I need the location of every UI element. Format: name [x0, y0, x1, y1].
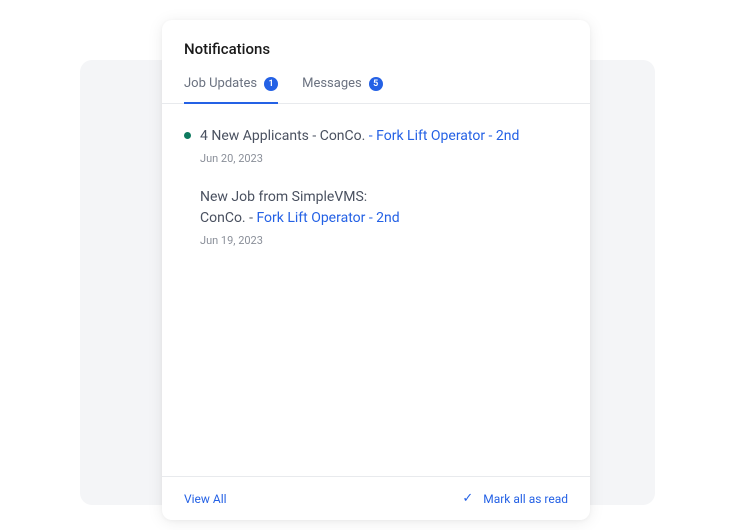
tab-job-updates[interactable]: Job Updates 1 [184, 76, 278, 103]
check-icon: ✓ [462, 491, 473, 506]
card-header: Notifications Job Updates 1 Messages 5 [162, 20, 590, 104]
view-all-link[interactable]: View All [184, 492, 227, 506]
notification-item[interactable]: New Job from SimpleVMS: ConCo. - Fork Li… [184, 187, 568, 247]
tab-badge: 5 [369, 77, 383, 91]
tab-badge: 1 [264, 77, 278, 91]
mark-read-label: Mark all as read [483, 492, 568, 506]
card-footer: View All ✓ Mark all as read [162, 476, 590, 520]
notification-link[interactable]: Fork Lift Operator - 2nd [256, 210, 399, 226]
notification-date: Jun 19, 2023 [200, 234, 568, 247]
unread-dot-icon [184, 132, 191, 139]
notification-item[interactable]: 4 New Applicants - ConCo. - Fork Lift Op… [184, 126, 568, 165]
notification-sep: - [365, 128, 376, 144]
tabs: Job Updates 1 Messages 5 [162, 76, 590, 104]
tab-messages[interactable]: Messages 5 [302, 76, 383, 103]
card-title: Notifications [184, 40, 568, 58]
mark-all-read-button[interactable]: ✓ Mark all as read [462, 491, 568, 506]
notification-date: Jun 20, 2023 [200, 152, 568, 165]
notification-line2-prefix: ConCo. - [200, 210, 256, 226]
notification-text: ConCo. - Fork Lift Operator - 2nd [200, 208, 568, 228]
notifications-card: Notifications Job Updates 1 Messages 5 4… [162, 20, 590, 520]
notification-text: 4 New Applicants - ConCo. - Fork Lift Op… [200, 126, 568, 146]
notification-prefix: 4 New Applicants - ConCo. [200, 128, 365, 144]
notification-link[interactable]: Fork Lift Operator - 2nd [376, 128, 519, 144]
tab-label: Messages [302, 76, 362, 91]
notification-prefix: New Job from SimpleVMS: [200, 189, 367, 205]
notifications-list: 4 New Applicants - ConCo. - Fork Lift Op… [162, 104, 590, 476]
tab-label: Job Updates [184, 76, 257, 91]
notification-text: New Job from SimpleVMS: [200, 187, 568, 207]
